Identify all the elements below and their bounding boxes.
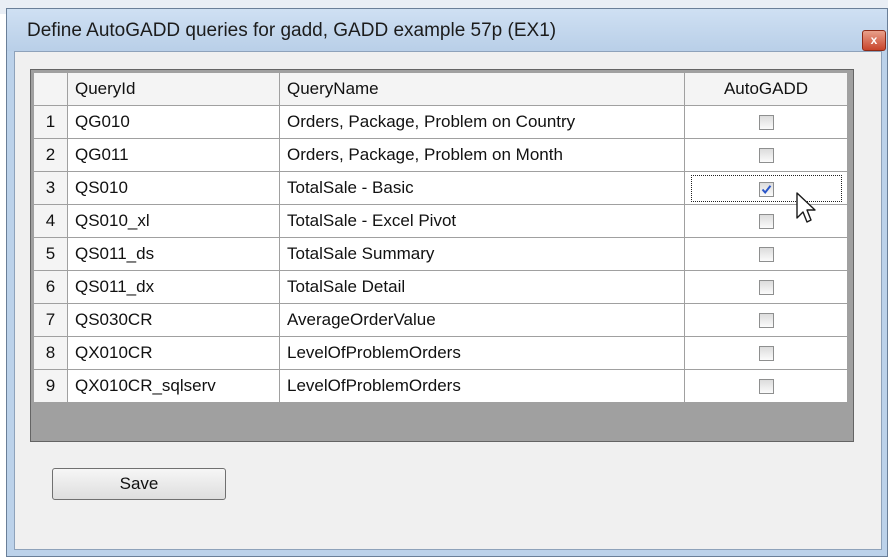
- query-name-cell[interactable]: AverageOrderValue: [279, 303, 685, 337]
- table-row[interactable]: 4 QS010_xl TotalSale - Excel Pivot: [33, 204, 848, 238]
- autogadd-checkbox[interactable]: [758, 214, 774, 230]
- query-id-cell[interactable]: QS010: [67, 171, 280, 205]
- save-button[interactable]: Save: [52, 468, 226, 500]
- row-header[interactable]: 9: [33, 369, 68, 403]
- query-id-cell[interactable]: QG010: [67, 105, 280, 139]
- row-header[interactable]: 5: [33, 237, 68, 271]
- autogadd-checkbox[interactable]: [758, 148, 774, 164]
- checkmark-icon: [761, 184, 771, 194]
- query-name-cell[interactable]: LevelOfProblemOrders: [279, 336, 685, 370]
- autogadd-cell: [684, 270, 848, 304]
- autogadd-cell: [684, 237, 848, 271]
- query-id-cell[interactable]: QS030CR: [67, 303, 280, 337]
- column-header-queryname[interactable]: QueryName: [279, 72, 685, 106]
- row-header[interactable]: 3: [33, 171, 68, 205]
- autogadd-cell: [684, 369, 848, 403]
- title-bar[interactable]: Define AutoGADD queries for gadd, GADD e…: [7, 9, 887, 51]
- query-id-cell[interactable]: QX010CR: [67, 336, 280, 370]
- autogadd-checkbox[interactable]: [758, 115, 774, 131]
- autogadd-cell: [684, 138, 848, 172]
- autogadd-checkbox[interactable]: [758, 280, 774, 296]
- query-name-cell[interactable]: TotalSale - Basic: [279, 171, 685, 205]
- autogadd-checkbox[interactable]: [758, 379, 774, 395]
- autogadd-checkbox[interactable]: [758, 346, 774, 362]
- table-row[interactable]: 7 QS030CR AverageOrderValue: [33, 303, 848, 337]
- close-button[interactable]: x: [862, 30, 886, 51]
- header-row: QueryId QueryName AutoGADD: [33, 72, 848, 106]
- autogadd-cell: [684, 105, 848, 139]
- autogadd-cell: [684, 303, 848, 337]
- table-row[interactable]: 5 QS011_ds TotalSale Summary: [33, 237, 848, 271]
- table-row[interactable]: 6 QS011_dx TotalSale Detail: [33, 270, 848, 304]
- mouse-pointer-icon: [796, 192, 816, 223]
- row-header[interactable]: 4: [33, 204, 68, 238]
- query-id-cell[interactable]: QX010CR_sqlserv: [67, 369, 280, 403]
- query-id-cell[interactable]: QG011: [67, 138, 280, 172]
- table-row[interactable]: 2 QG011 Orders, Package, Problem on Month: [33, 138, 848, 172]
- dialog-client-area: QueryId QueryName AutoGADD 1 QG010 Orders,…: [14, 51, 882, 550]
- table-row[interactable]: 3 QS010 TotalSale - Basic: [33, 171, 848, 205]
- row-header[interactable]: 1: [33, 105, 68, 139]
- table-row[interactable]: 8 QX010CR LevelOfProblemOrders: [33, 336, 848, 370]
- query-name-cell[interactable]: Orders, Package, Problem on Country: [279, 105, 685, 139]
- query-id-cell[interactable]: QS011_dx: [67, 270, 280, 304]
- autogadd-checkbox[interactable]: [758, 181, 774, 197]
- row-header[interactable]: 6: [33, 270, 68, 304]
- autogadd-cell: [684, 171, 848, 205]
- row-header[interactable]: 2: [33, 138, 68, 172]
- table-row[interactable]: 9 QX010CR_sqlserv LevelOfProblemOrders: [33, 369, 848, 403]
- query-grid: QueryId QueryName AutoGADD 1 QG010 Orders,…: [30, 69, 854, 442]
- column-header-autogadd[interactable]: AutoGADD: [684, 72, 848, 106]
- column-header-queryid[interactable]: QueryId: [67, 72, 280, 106]
- autogadd-cell: [684, 336, 848, 370]
- query-name-cell[interactable]: TotalSale Detail: [279, 270, 685, 304]
- row-header[interactable]: 7: [33, 303, 68, 337]
- query-name-cell[interactable]: Orders, Package, Problem on Month: [279, 138, 685, 172]
- query-name-cell[interactable]: TotalSale - Excel Pivot: [279, 204, 685, 238]
- query-id-cell[interactable]: QS010_xl: [67, 204, 280, 238]
- autogadd-checkbox[interactable]: [758, 247, 774, 263]
- row-header[interactable]: 8: [33, 336, 68, 370]
- autogadd-checkbox[interactable]: [758, 313, 774, 329]
- query-id-cell[interactable]: QS011_ds: [67, 237, 280, 271]
- table-row[interactable]: 1 QG010 Orders, Package, Problem on Countr…: [33, 105, 848, 139]
- window-title: Define AutoGADD queries for gadd, GADD e…: [27, 20, 557, 41]
- corner-cell[interactable]: [33, 72, 68, 106]
- query-name-cell[interactable]: TotalSale Summary: [279, 237, 685, 271]
- autogadd-cell: [684, 204, 848, 238]
- query-name-cell[interactable]: LevelOfProblemOrders: [279, 369, 685, 403]
- query-table: QueryId QueryName AutoGADD 1 QG010 Orders,…: [33, 72, 848, 403]
- dialog-window: Define AutoGADD queries for gadd, GADD e…: [6, 8, 888, 557]
- close-icon: x: [870, 33, 878, 47]
